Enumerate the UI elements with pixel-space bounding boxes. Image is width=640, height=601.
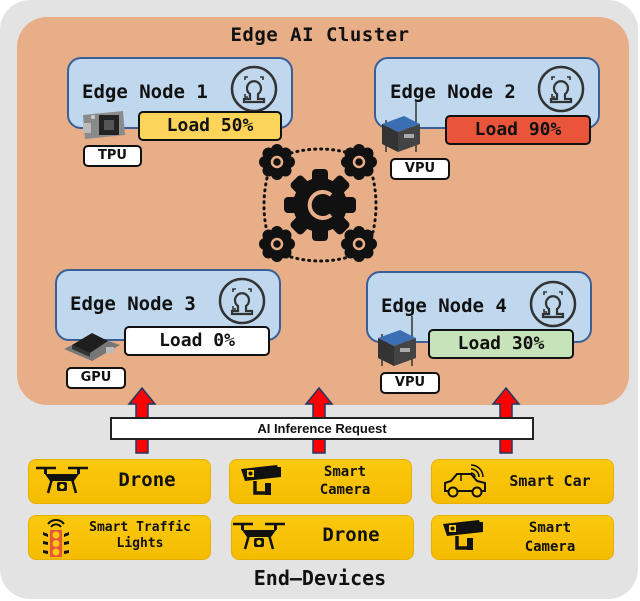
face-recognition-icon (230, 65, 278, 113)
device-drone-2-label: Drone (322, 524, 380, 546)
security-camera-icon (241, 465, 281, 495)
face-recognition-icon (218, 277, 266, 325)
edge-node-3-hardware-tag: GPU (66, 367, 126, 389)
drone-icon (36, 466, 88, 494)
device-smart-traffic-lights-line1: Smart Traffic (89, 520, 191, 535)
gpu-board-icon (64, 333, 120, 361)
face-recognition-icon (529, 280, 577, 328)
edge-node-3-label: Edge Node 3 (70, 293, 196, 315)
device-drone-label: Drone (118, 469, 176, 491)
edge-node-4-hardware-tag: VPU (380, 372, 440, 394)
smart-car-icon (444, 464, 486, 498)
face-recognition-icon (537, 65, 585, 113)
vpu-box-icon (378, 316, 416, 366)
device-smart-camera-2-label: Smart Camera (494, 519, 606, 557)
edge-node-4-load: Load 30% (428, 329, 574, 359)
end-devices-title: End–Devices (253, 566, 387, 590)
edge-node-2-load: Load 90% (445, 115, 591, 145)
cluster-title: Edge AI Cluster (230, 24, 410, 46)
device-smart-car-label: Smart Car (509, 472, 591, 490)
device-smart-camera-2-line2: Camera (524, 539, 576, 555)
device-smart-camera-line1: Smart (323, 464, 367, 480)
edge-node-2-hardware-tag: VPU (390, 158, 450, 180)
device-smart-camera-line2: Camera (319, 482, 371, 498)
gear-orchestrator-icon (257, 142, 379, 264)
drone-icon (233, 522, 285, 550)
device-smart-camera-2-line1: Smart (528, 520, 572, 536)
edge-node-1-hardware-tag: TPU (83, 145, 142, 167)
tpu-board-icon (83, 111, 125, 139)
security-camera-icon (443, 520, 483, 550)
traffic-light-icon (43, 519, 69, 557)
edge-node-1-label: Edge Node 1 (82, 81, 208, 103)
ai-inference-request-bar: AI Inference Request (110, 417, 534, 440)
edge-node-2-label: Edge Node 2 (390, 81, 516, 103)
device-smart-traffic-lights-line2: Lights (116, 536, 164, 551)
edge-node-3-load: Load 0% (124, 326, 270, 356)
device-smart-camera-label: Smart Camera (290, 463, 400, 499)
device-smart-traffic-lights-label: Smart Traffic Lights (84, 520, 196, 552)
edge-node-4-label: Edge Node 4 (381, 295, 507, 317)
edge-node-1-load: Load 50% (138, 111, 282, 141)
